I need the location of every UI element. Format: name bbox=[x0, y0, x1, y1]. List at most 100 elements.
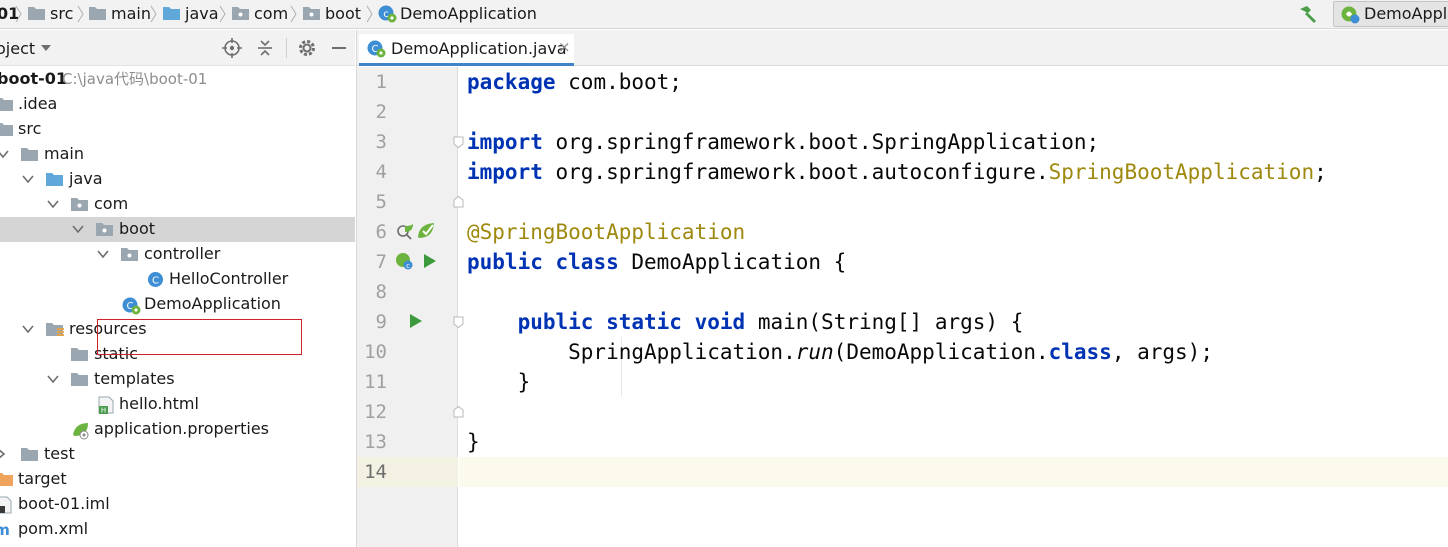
run-configuration-selector[interactable]: DemoAppli bbox=[1333, 1, 1448, 27]
excluded-folder-icon bbox=[0, 473, 13, 486]
tree-item-demo-application[interactable]: C DemoApplication bbox=[0, 292, 355, 317]
folder-icon bbox=[21, 448, 38, 461]
tree-item-hello-html[interactable]: H hello.html bbox=[0, 392, 355, 417]
editor-tab-demo-application[interactable]: C DemoApplication.java × bbox=[359, 34, 574, 66]
folder-icon bbox=[89, 7, 106, 20]
code-token: main(String[] args) { bbox=[745, 310, 1024, 334]
chevron-down-icon[interactable] bbox=[47, 200, 59, 209]
tree-item-boot-01-iml[interactable]: boot-01.iml bbox=[0, 492, 355, 517]
code-line: } bbox=[467, 427, 480, 457]
line-number: 11 bbox=[364, 371, 387, 393]
html-file-icon: H bbox=[98, 396, 114, 415]
current-line-highlight bbox=[459, 457, 1448, 487]
tree-item-application-properties[interactable]: application.properties bbox=[0, 417, 355, 442]
chevron-down-icon[interactable] bbox=[72, 225, 84, 234]
chevron-right-icon bbox=[219, 5, 226, 23]
spring-properties-icon bbox=[73, 423, 89, 440]
line-number: 7 bbox=[375, 251, 387, 273]
spring-config-check-icon[interactable] bbox=[417, 221, 437, 241]
tree-item-com[interactable]: com bbox=[0, 192, 355, 217]
source-folder-icon bbox=[46, 173, 63, 186]
tree-item-templates[interactable]: templates bbox=[0, 367, 355, 392]
svg-text:c: c bbox=[406, 262, 410, 270]
line-number: 5 bbox=[375, 191, 387, 213]
chevron-right-icon[interactable] bbox=[0, 448, 6, 460]
tree-item-boot[interactable]: boot bbox=[0, 217, 355, 242]
code-token: org.springframework.boot.autoconfigure. bbox=[542, 160, 1049, 184]
tree-item-hello-controller[interactable]: C HelloController bbox=[0, 267, 355, 292]
chevron-right-icon bbox=[366, 5, 373, 23]
spring-bean-search-icon[interactable] bbox=[395, 223, 415, 241]
locate-file-icon[interactable] bbox=[222, 38, 242, 58]
tree-item-controller[interactable]: controller bbox=[0, 242, 355, 267]
hide-panel-icon[interactable] bbox=[331, 38, 347, 58]
spring-bean-icon[interactable]: c bbox=[395, 251, 415, 271]
chevron-down-icon[interactable] bbox=[0, 150, 9, 159]
line-number: 1 bbox=[375, 71, 387, 93]
project-path-hint: C:\java代码\boot-01 bbox=[62, 70, 208, 88]
package-icon bbox=[232, 7, 249, 20]
run-icon[interactable] bbox=[423, 253, 437, 269]
navigation-bar: 01 src main java com boot c DemoApplicat… bbox=[0, 0, 1448, 29]
package-icon bbox=[96, 223, 113, 236]
folder-icon bbox=[71, 373, 88, 386]
close-icon[interactable]: × bbox=[558, 37, 571, 57]
breadcrumb-src[interactable]: src bbox=[50, 4, 73, 24]
code-line: } bbox=[467, 367, 531, 397]
tree-item-idea[interactable]: .idea bbox=[0, 92, 355, 117]
tree-item-label: src bbox=[18, 119, 42, 138]
tree-item-test[interactable]: test bbox=[0, 442, 355, 467]
module-file-icon bbox=[0, 496, 12, 514]
breadcrumb-boot[interactable]: boot bbox=[325, 4, 361, 24]
tree-item-target[interactable]: target bbox=[0, 467, 355, 492]
chevron-down-icon[interactable] bbox=[22, 325, 34, 334]
line-number: 6 bbox=[375, 221, 387, 243]
tree-item-label: .idea bbox=[18, 94, 58, 113]
tree-item-label: main bbox=[44, 144, 84, 163]
code-text-area[interactable]: package com.boot; import org.springframew… bbox=[459, 67, 1448, 547]
line-number: 3 bbox=[375, 131, 387, 153]
folder-icon bbox=[0, 98, 13, 111]
chevron-down-icon[interactable] bbox=[47, 375, 59, 384]
line-number: 4 bbox=[375, 161, 387, 183]
tree-item-java[interactable]: java bbox=[0, 167, 355, 192]
code-line: package com.boot; bbox=[467, 67, 682, 97]
chevron-down-icon[interactable] bbox=[97, 250, 109, 259]
line-number: 13 bbox=[364, 431, 387, 453]
code-line: import org.springframework.boot.SpringAp… bbox=[467, 127, 1099, 157]
breadcrumb-main[interactable]: main bbox=[111, 4, 151, 24]
tree-item-boot-01[interactable]: boot-01 C:\java代码\boot-01 bbox=[0, 67, 355, 92]
build-hammer-icon[interactable] bbox=[1297, 4, 1319, 24]
code-token: void bbox=[694, 310, 746, 334]
tree-item-label: application.properties bbox=[94, 419, 269, 438]
chevron-down-icon[interactable] bbox=[22, 175, 34, 184]
tree-item-label: boot bbox=[119, 219, 156, 238]
package-icon bbox=[71, 198, 88, 211]
project-view-selector[interactable]: oject bbox=[0, 39, 35, 59]
highlight-annotation-box bbox=[97, 319, 302, 355]
spring-boot-run-icon bbox=[1341, 6, 1360, 24]
spring-boot-class-icon: C bbox=[122, 297, 141, 315]
tree-item-pom-xml[interactable]: m pom.xml bbox=[0, 517, 355, 542]
maven-icon: m bbox=[0, 521, 10, 538]
tree-item-main[interactable]: main bbox=[0, 142, 355, 167]
dropdown-arrow-icon[interactable] bbox=[40, 44, 52, 52]
chevron-right-icon bbox=[15, 5, 22, 23]
gear-icon[interactable] bbox=[297, 38, 317, 58]
run-icon[interactable] bbox=[409, 313, 423, 329]
svg-text:H: H bbox=[101, 407, 106, 415]
java-class-icon: C bbox=[148, 272, 163, 287]
breadcrumb-com[interactable]: com bbox=[254, 4, 288, 24]
collapse-all-icon[interactable] bbox=[256, 38, 274, 58]
code-token: (DemoApplication. bbox=[833, 340, 1049, 364]
tree-item-label: controller bbox=[144, 244, 221, 263]
breadcrumb-demo-application[interactable]: DemoApplication bbox=[400, 4, 537, 24]
tree-item-src[interactable]: src bbox=[0, 117, 355, 142]
code-line: @SpringBootApplication bbox=[467, 217, 745, 247]
breadcrumb-java[interactable]: java bbox=[185, 4, 219, 24]
code-token: ; bbox=[1314, 160, 1327, 184]
code-line: SpringApplication.run(DemoApplication.cl… bbox=[467, 337, 1213, 367]
code-token: package bbox=[467, 70, 556, 94]
source-folder-icon bbox=[163, 7, 180, 20]
